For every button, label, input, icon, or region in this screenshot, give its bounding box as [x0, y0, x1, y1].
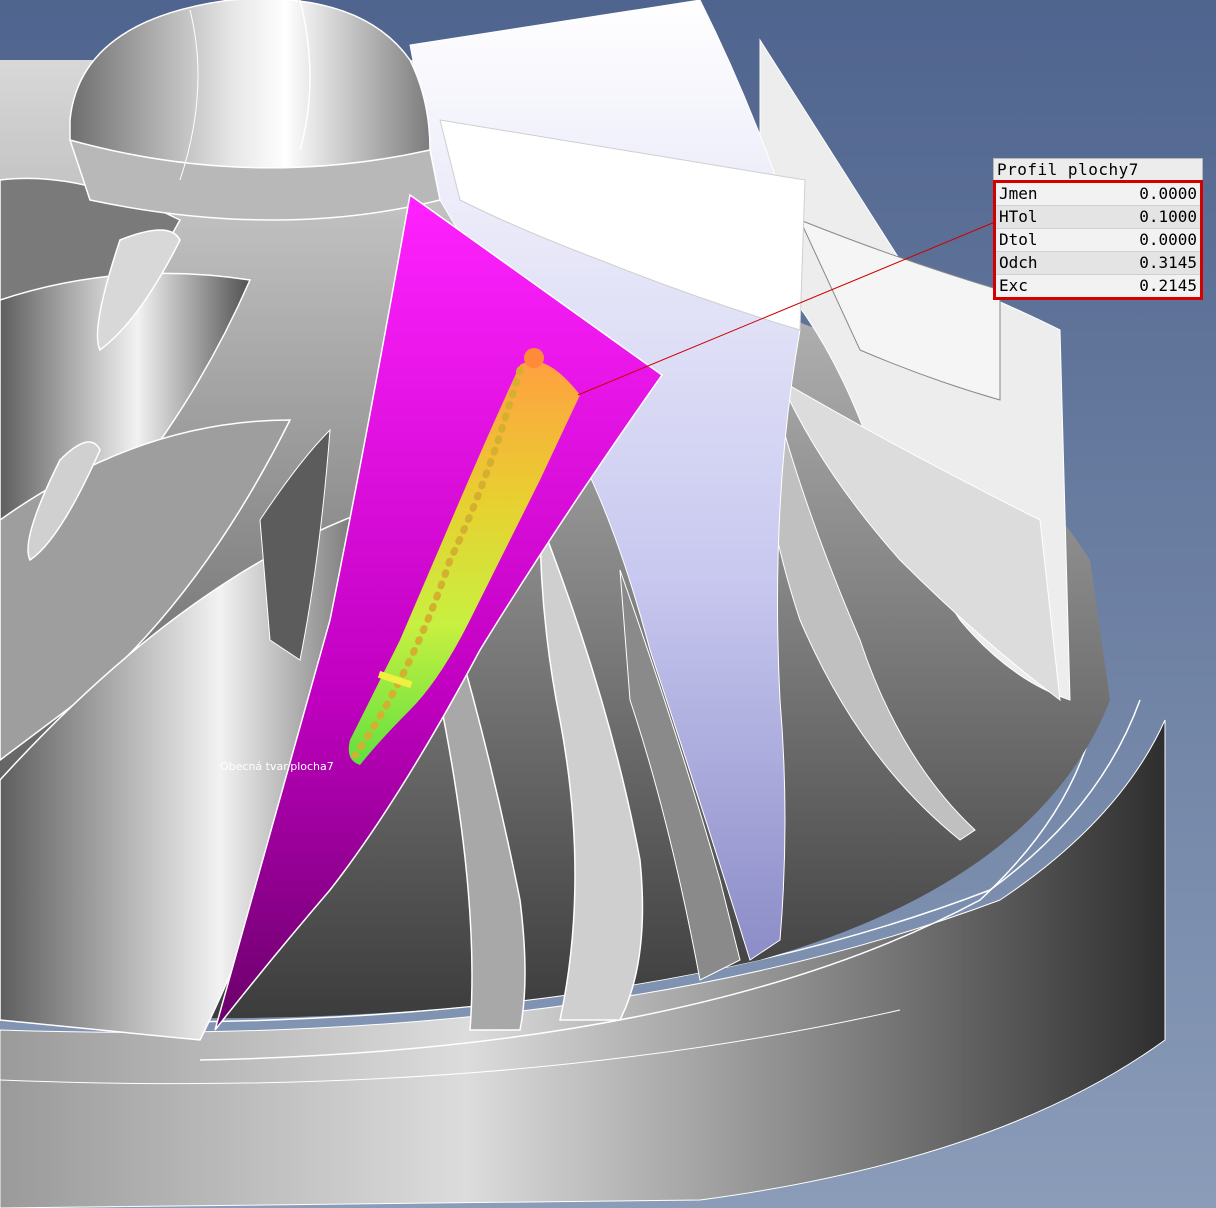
- row-value: 0.0000: [1139, 184, 1197, 203]
- panel-title: Profil plochy7: [993, 158, 1203, 180]
- row-value: 0.3145: [1139, 253, 1197, 272]
- row-key: Dtol: [999, 230, 1038, 249]
- panel-table: Jmen 0.0000 HTol 0.1000 Dtol 0.0000 Odch…: [993, 180, 1203, 300]
- row-key: Jmen: [999, 184, 1038, 203]
- panel-row-jmen: Jmen 0.0000: [996, 183, 1200, 205]
- row-value: 0.1000: [1139, 207, 1197, 226]
- row-key: Odch: [999, 253, 1038, 272]
- row-key: Exc: [999, 276, 1028, 295]
- row-value: 0.0000: [1139, 230, 1197, 249]
- panel-row-exc: Exc 0.2145: [996, 274, 1200, 297]
- 3d-viewport[interactable]: Obecná tvar.plocha7 Profil plochy7 Jmen …: [0, 0, 1216, 1208]
- surface-label: Obecná tvar.plocha7: [220, 760, 334, 773]
- panel-row-dtol: Dtol 0.0000: [996, 228, 1200, 251]
- row-key: HTol: [999, 207, 1038, 226]
- profile-panel[interactable]: Profil plochy7 Jmen 0.0000 HTol 0.1000 D…: [993, 158, 1203, 300]
- row-value: 0.2145: [1139, 276, 1197, 295]
- panel-row-odch: Odch 0.3145: [996, 251, 1200, 274]
- panel-row-htol: HTol 0.1000: [996, 205, 1200, 228]
